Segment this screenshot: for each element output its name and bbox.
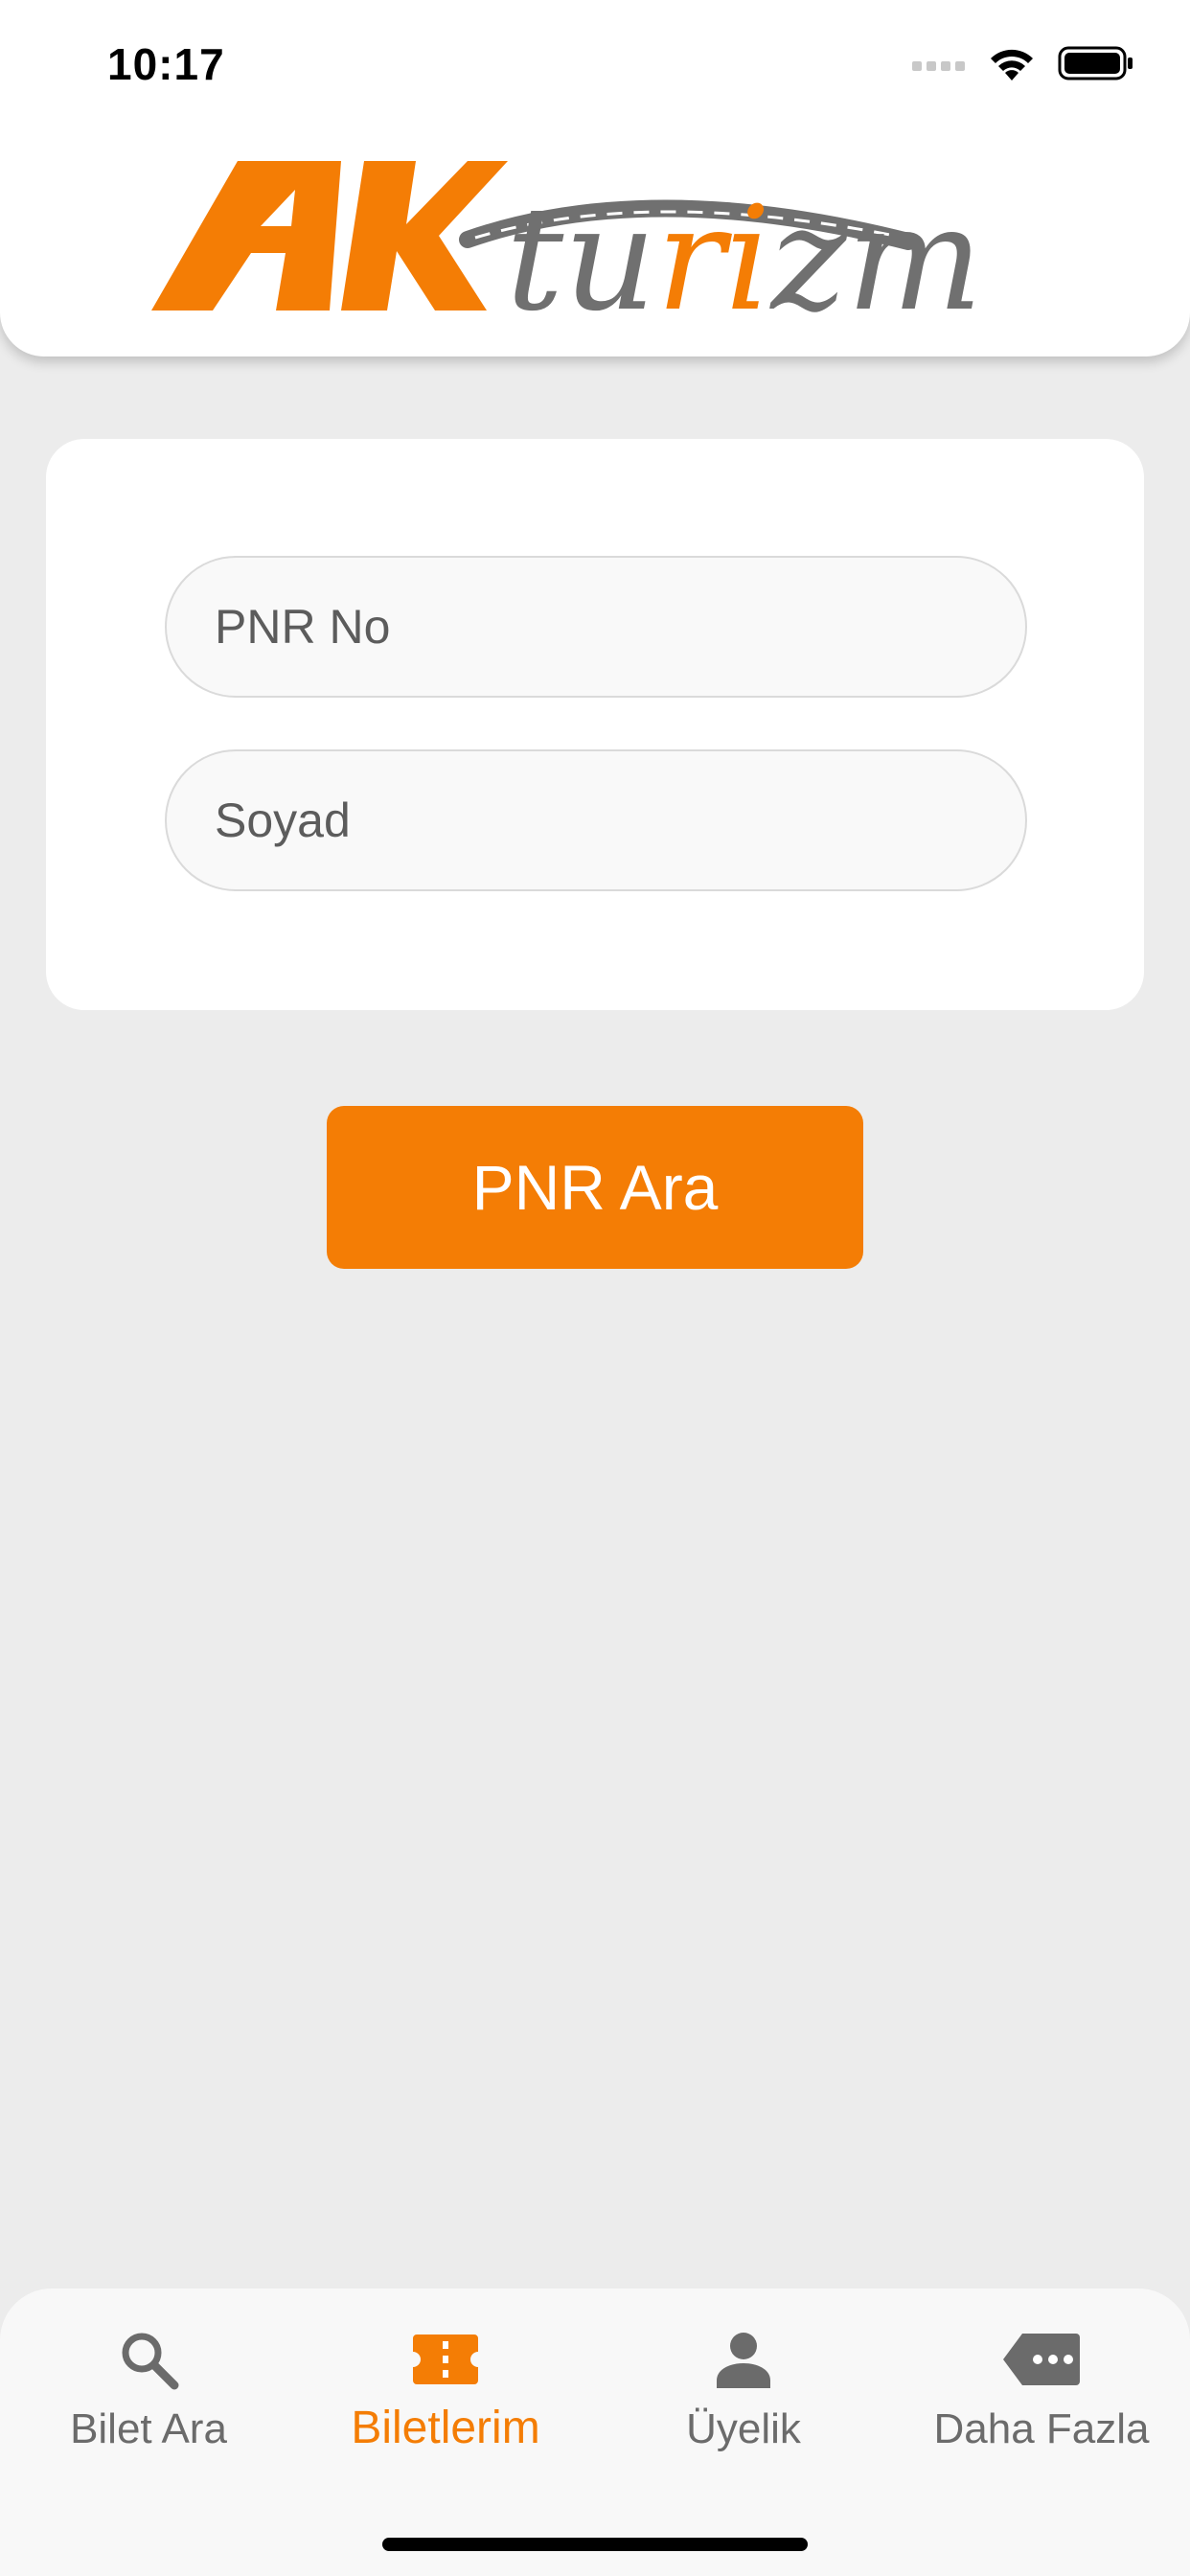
akturizm-logo: turizm	[151, 161, 983, 330]
pnr-form-card	[46, 439, 1144, 1010]
home-indicator	[382, 2538, 808, 2551]
search-icon	[117, 2323, 180, 2396]
ticket-icon	[411, 2323, 480, 2396]
tab-biletlerim[interactable]: Biletlerim	[297, 2323, 594, 2467]
wifi-icon	[991, 49, 1033, 80]
tab-label: Biletlerim	[351, 2403, 540, 2453]
tab-label: Bilet Ara	[70, 2405, 227, 2452]
pnr-input[interactable]	[165, 556, 1027, 698]
battery-icon	[1058, 46, 1133, 80]
person-icon	[713, 2323, 774, 2396]
more-tag-icon	[1001, 2323, 1082, 2396]
status-icons	[910, 44, 1134, 82]
signal-icon	[912, 61, 965, 71]
tab-bilet-ara[interactable]: Bilet Ara	[0, 2323, 297, 2467]
status-time: 10:17	[107, 39, 225, 89]
tab-label: Üyelik	[686, 2405, 801, 2452]
tab-uyelik[interactable]: Üyelik	[595, 2323, 892, 2467]
logo-text-turizm: turizm	[506, 176, 983, 330]
bottom-tab-bar: Bilet Ara Biletlerim Üyelik Daha Fazla	[0, 2288, 1190, 2576]
pnr-search-button[interactable]: PNR Ara	[327, 1106, 863, 1269]
app-header: 10:17 turizm	[0, 0, 1190, 356]
surname-input[interactable]	[165, 749, 1027, 891]
tab-daha-fazla[interactable]: Daha Fazla	[893, 2323, 1190, 2467]
tab-label: Daha Fazla	[933, 2405, 1150, 2452]
